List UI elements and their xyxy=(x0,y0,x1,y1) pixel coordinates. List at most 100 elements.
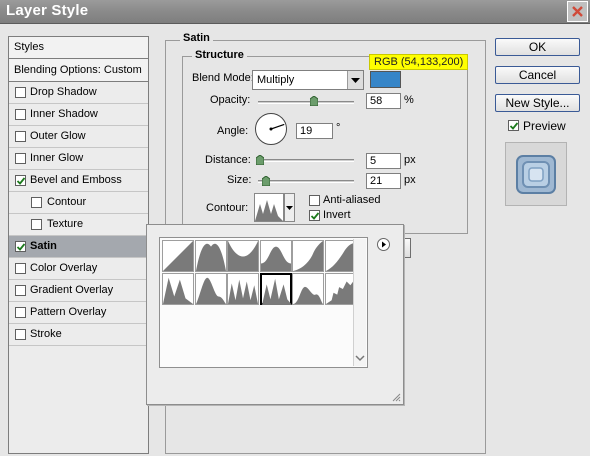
title-bar: Layer Style xyxy=(0,0,590,24)
style-checkbox[interactable] xyxy=(15,131,26,142)
style-item-inner-shadow[interactable]: Inner Shadow xyxy=(9,104,148,126)
style-item-label: Contour xyxy=(47,196,87,208)
arrow-right-icon xyxy=(382,241,386,248)
contour-picker-popup xyxy=(146,224,404,405)
style-checkbox[interactable] xyxy=(31,197,42,208)
contour-thumbnail[interactable] xyxy=(292,273,324,305)
style-item-label: Stroke xyxy=(30,328,62,340)
style-item-label: Inner Glow xyxy=(30,152,84,164)
contour-thumbnail[interactable] xyxy=(259,240,292,272)
size-unit: px xyxy=(404,174,416,186)
size-input[interactable]: 21 xyxy=(366,173,401,189)
distance-slider-thumb[interactable] xyxy=(255,155,264,165)
style-item-drop-shadow[interactable]: Drop Shadow xyxy=(9,82,148,104)
dialog-client: Styles Blending Options: Custom Drop Sha… xyxy=(0,24,590,456)
styles-header[interactable]: Styles xyxy=(9,37,148,59)
size-slider[interactable] xyxy=(258,180,354,183)
structure-title: Structure xyxy=(192,49,247,61)
contour-thumbnail[interactable] xyxy=(227,240,259,272)
angle-label: Angle: xyxy=(217,125,249,137)
style-checkbox[interactable] xyxy=(31,219,42,230)
style-item-bevel-and-emboss[interactable]: Bevel and Emboss xyxy=(9,170,148,192)
contour-thumbnail[interactable] xyxy=(194,240,227,272)
contour-thumbnail[interactable] xyxy=(259,273,292,305)
style-checkbox[interactable] xyxy=(15,263,26,274)
style-item-label: Outer Glow xyxy=(30,130,86,142)
opacity-label: Opacity: xyxy=(210,94,251,106)
style-checkbox[interactable] xyxy=(15,285,26,296)
distance-slider[interactable] xyxy=(258,159,354,162)
angle-input[interactable]: 19 xyxy=(296,123,333,139)
distance-input[interactable]: 5 xyxy=(366,153,401,169)
style-checkbox[interactable] xyxy=(15,175,26,186)
invert-checkbox[interactable] xyxy=(309,210,320,221)
style-checkbox[interactable] xyxy=(15,329,26,340)
style-checkbox[interactable] xyxy=(15,307,26,318)
blend-mode-value: Multiply xyxy=(257,74,295,86)
style-item-label: Drop Shadow xyxy=(30,86,97,98)
style-checkbox[interactable] xyxy=(15,87,26,98)
distance-label: Distance: xyxy=(205,154,251,166)
window-title: Layer Style xyxy=(6,2,89,19)
style-item-label: Satin xyxy=(30,240,57,252)
chevron-down-icon[interactable] xyxy=(354,352,366,364)
style-preview-thumbnail xyxy=(505,142,567,206)
opacity-slider[interactable] xyxy=(258,101,354,104)
size-slider-thumb[interactable] xyxy=(261,176,270,186)
satin-color-swatch[interactable] xyxy=(370,71,401,88)
styles-list: Styles Blending Options: Custom Drop Sha… xyxy=(8,36,149,454)
anti-aliased-label: Anti-aliased xyxy=(323,194,381,206)
chevron-down-icon[interactable] xyxy=(347,71,363,89)
blend-mode-select[interactable]: Multiply xyxy=(252,70,364,90)
style-item-gradient-overlay[interactable]: Gradient Overlay xyxy=(9,280,148,302)
style-item-color-overlay[interactable]: Color Overlay xyxy=(9,258,148,280)
style-item-label: Pattern Overlay xyxy=(30,306,107,318)
style-item-label: Texture xyxy=(47,218,84,230)
style-checkbox[interactable] xyxy=(15,241,26,252)
contour-thumbnail[interactable] xyxy=(194,273,227,305)
style-item-contour[interactable]: Contour xyxy=(9,192,148,214)
resize-grip-icon[interactable] xyxy=(391,392,401,402)
style-item-inner-glow[interactable]: Inner Glow xyxy=(9,148,148,170)
style-item-stroke[interactable]: Stroke xyxy=(9,324,148,346)
contour-thumbnail[interactable] xyxy=(324,240,357,272)
angle-dial[interactable] xyxy=(254,112,288,146)
contour-thumbnail[interactable] xyxy=(227,273,259,305)
invert-label: Invert xyxy=(323,209,351,221)
anti-aliased-checkbox[interactable] xyxy=(309,195,320,206)
style-item-label: Color Overlay xyxy=(30,262,98,274)
contour-preview[interactable] xyxy=(254,193,284,222)
preview-checkbox[interactable] xyxy=(508,120,519,131)
style-item-satin[interactable]: Satin xyxy=(9,236,148,258)
opacity-unit: % xyxy=(404,94,414,106)
opacity-slider-thumb[interactable] xyxy=(309,96,318,106)
close-icon xyxy=(572,6,583,17)
contour-thumbnail[interactable] xyxy=(324,273,357,305)
contour-label: Contour: xyxy=(206,202,249,214)
contour-thumbnail[interactable] xyxy=(162,240,194,272)
contour-dropdown-button[interactable] xyxy=(284,193,295,222)
close-button[interactable] xyxy=(567,1,588,22)
distance-unit: px xyxy=(404,154,416,166)
style-item-label: Inner Shadow xyxy=(30,108,98,120)
color-tooltip: RGB (54,133,200) xyxy=(369,54,469,70)
opacity-input[interactable]: 58 xyxy=(366,93,401,109)
style-item-pattern-overlay[interactable]: Pattern Overlay xyxy=(9,302,148,324)
new-style-button[interactable]: New Style... xyxy=(495,94,580,112)
style-item-label: Bevel and Emboss xyxy=(30,174,122,186)
chevron-down-icon xyxy=(286,206,293,210)
style-item-label: Gradient Overlay xyxy=(30,284,114,296)
cancel-button[interactable]: Cancel xyxy=(495,66,580,84)
ok-button[interactable]: OK xyxy=(495,38,580,56)
picker-scrollbar[interactable] xyxy=(353,239,366,366)
blend-mode-label: Blend Mode: xyxy=(192,72,254,84)
style-checkbox[interactable] xyxy=(15,109,26,120)
picker-menu-button[interactable] xyxy=(377,238,390,251)
style-checkbox[interactable] xyxy=(15,153,26,164)
contour-thumbnail[interactable] xyxy=(292,240,324,272)
contour-thumbnail[interactable] xyxy=(162,273,194,305)
style-item-outer-glow[interactable]: Outer Glow xyxy=(9,126,148,148)
satin-title: Satin xyxy=(180,32,213,44)
blending-options-item[interactable]: Blending Options: Custom xyxy=(9,59,148,82)
style-item-texture[interactable]: Texture xyxy=(9,214,148,236)
